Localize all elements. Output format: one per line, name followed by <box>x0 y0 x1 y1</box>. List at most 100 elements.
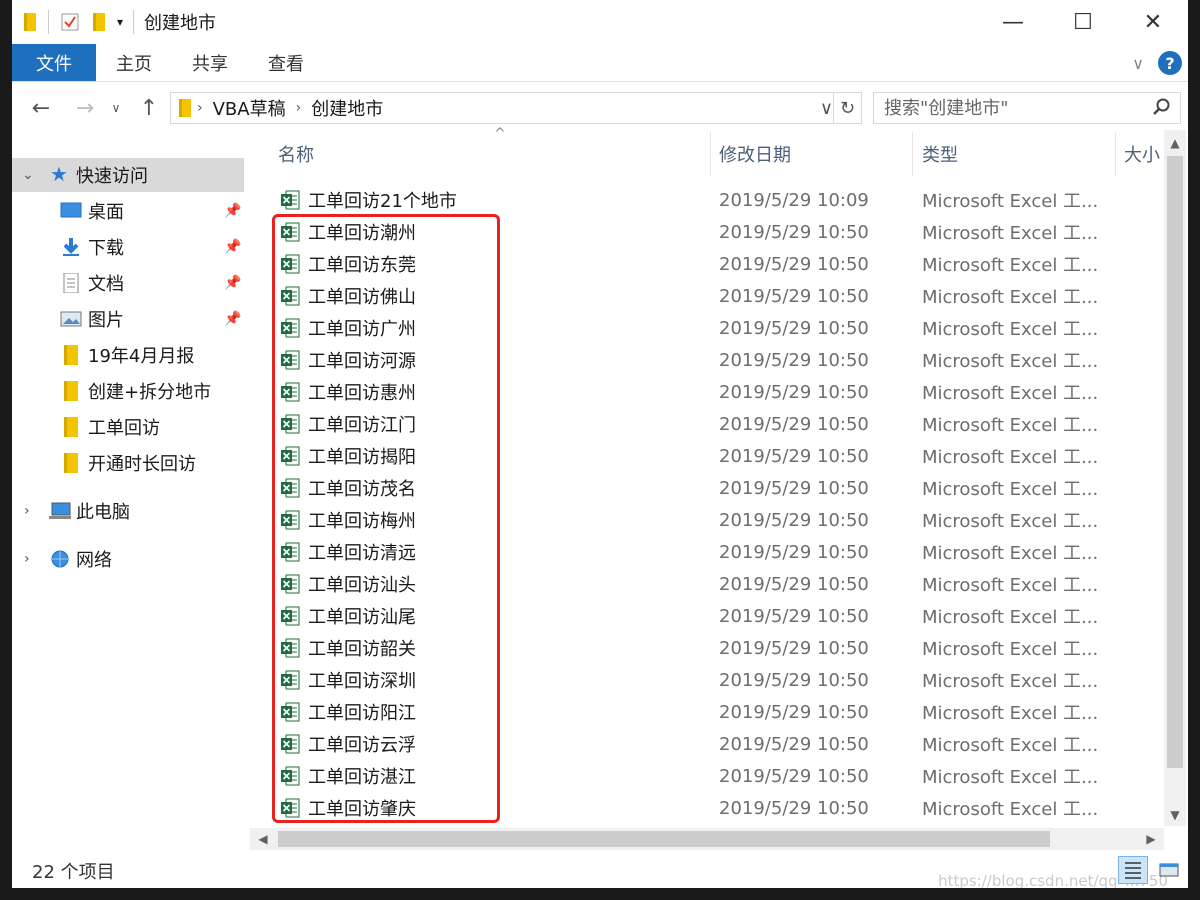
sidebar-item-this-pc[interactable]: › 此电脑 <box>12 494 244 528</box>
navigation-bar: ← → ∨ ↑ › VBA草稿 › 创建地市 ∨ ↻ <box>12 88 1188 128</box>
scroll-right-icon[interactable]: ▶ <box>1140 828 1162 850</box>
recent-locations-button[interactable]: ∨ <box>106 91 126 125</box>
horizontal-scrollbar[interactable]: ◀ ▶ <box>250 828 1164 850</box>
file-type: Microsoft Excel 工... <box>922 735 1099 756</box>
column-separator[interactable] <box>1115 132 1116 176</box>
sidebar-item-pictures[interactable]: 图片 📌 <box>12 302 244 336</box>
sidebar-item-folder[interactable]: 开通时长回访 <box>12 446 244 480</box>
sidebar-item-label: 文档 <box>88 274 124 295</box>
sidebar-item-desktop[interactable]: 桌面 📌 <box>12 194 244 228</box>
column-separator[interactable] <box>710 132 711 176</box>
search-box[interactable] <box>873 92 1181 124</box>
sidebar-item-network[interactable]: › 网络 <box>12 542 244 576</box>
maximize-button[interactable]: ☐ <box>1048 0 1118 44</box>
customize-toolbar-icon[interactable]: ▾ <box>117 15 123 29</box>
column-header-date[interactable]: 修改日期 <box>719 130 791 178</box>
help-button[interactable]: ? <box>1158 51 1182 75</box>
file-type: Microsoft Excel 工... <box>922 543 1099 564</box>
sidebar-item-folder[interactable]: 创建+拆分地市 <box>12 374 244 408</box>
scrollbar-thumb[interactable] <box>278 831 1050 847</box>
chevron-right-icon[interactable]: › <box>24 503 30 519</box>
excel-file-icon <box>281 190 300 210</box>
details-view-button[interactable] <box>1118 856 1148 884</box>
tab-file[interactable]: 文件 <box>12 44 96 81</box>
file-type: Microsoft Excel 工... <box>922 383 1099 404</box>
sidebar-item-folder[interactable]: 工单回访 <box>12 410 244 444</box>
file-date: 2019/5/29 10:50 <box>719 413 869 435</box>
up-button[interactable]: ↑ <box>132 91 166 125</box>
breadcrumb-current[interactable]: 创建地市 <box>311 95 383 121</box>
scroll-down-icon[interactable]: ▼ <box>1164 804 1186 826</box>
refresh-button[interactable]: ↻ <box>833 93 861 123</box>
close-button[interactable]: ✕ <box>1118 0 1188 44</box>
large-icons-view-icon <box>1159 863 1179 877</box>
sidebar-item-label: 网络 <box>76 550 112 571</box>
scroll-left-icon[interactable]: ◀ <box>252 828 274 850</box>
chevron-right-icon[interactable]: › <box>197 100 203 116</box>
chevron-down-icon[interactable]: ⌄ <box>22 167 34 183</box>
sidebar-item-label: 图片 <box>88 310 124 331</box>
view-buttons <box>1118 856 1184 884</box>
sidebar-item-folder[interactable]: 19年4月月报 <box>12 338 244 372</box>
minimize-button[interactable]: — <box>978 0 1048 44</box>
file-date: 2019/5/29 10:50 <box>719 541 869 563</box>
scrollbar-thumb[interactable] <box>1167 156 1183 768</box>
column-header-type[interactable]: 类型 <box>922 130 958 178</box>
address-bar[interactable]: › VBA草稿 › 创建地市 ∨ ↻ <box>170 92 862 124</box>
back-button[interactable]: ← <box>24 91 58 125</box>
properties-icon[interactable] <box>59 11 81 33</box>
chevron-right-icon[interactable]: › <box>24 551 30 567</box>
folder-icon <box>64 417 86 437</box>
chevron-right-icon[interactable]: › <box>296 100 302 116</box>
file-date: 2019/5/29 10:50 <box>719 509 869 531</box>
search-icon[interactable] <box>1152 97 1172 117</box>
sidebar-item-label: 此电脑 <box>76 502 130 523</box>
new-folder-icon[interactable] <box>91 11 107 33</box>
file-date: 2019/5/29 10:50 <box>719 765 869 787</box>
file-date: 2019/5/29 10:50 <box>719 221 869 243</box>
address-dropdown-button[interactable]: ∨ <box>820 93 833 123</box>
sidebar-item-label: 工单回访 <box>88 418 160 439</box>
vertical-scrollbar[interactable]: ▲ ▼ <box>1164 130 1186 826</box>
sidebar-item-quick-access[interactable]: ⌄ ★ 快速访问 <box>12 158 244 192</box>
window-title: 创建地市 <box>144 13 217 34</box>
column-header-name[interactable]: 名称 <box>278 130 314 178</box>
file-date: 2019/5/29 10:50 <box>719 285 869 307</box>
sidebar-item-documents[interactable]: 文档 📌 <box>12 266 244 300</box>
pin-icon: 📌 <box>224 239 242 255</box>
scroll-up-icon[interactable]: ▲ <box>1164 132 1186 154</box>
file-type: Microsoft Excel 工... <box>922 191 1099 212</box>
search-input[interactable] <box>884 97 1134 119</box>
explorer-window: ▾ 创建地市 — ☐ ✕ 文件 主页 共享 查看 ∨ ? ← → ∨ ↑ › V… <box>12 0 1188 888</box>
tab-share[interactable]: 共享 <box>172 44 248 81</box>
file-row[interactable]: 工单回访21个地市 2019/5/29 10:09 Microsoft Excel … <box>250 184 1160 216</box>
file-date: 2019/5/29 10:09 <box>719 189 869 211</box>
file-date: 2019/5/29 10:50 <box>719 669 869 691</box>
quick-access-toolbar: ▾ <box>12 10 135 34</box>
file-name: 工单回访21个地市 <box>308 191 457 212</box>
folder-icon <box>64 345 86 365</box>
navigation-pane: ⌄ ★ 快速访问 桌面 📌 下载 📌 文档 📌 图片 📌 19年4月月报 创建+… <box>12 140 248 850</box>
sidebar-item-label: 下载 <box>88 238 124 259</box>
folder-icon <box>64 453 86 473</box>
highlight-box <box>272 214 500 823</box>
toolbar-separator <box>133 10 135 34</box>
tab-view[interactable]: 查看 <box>248 44 324 81</box>
expand-ribbon-button[interactable]: ∨ <box>1132 54 1144 73</box>
pin-icon: 📌 <box>224 203 242 219</box>
sidebar-item-downloads[interactable]: 下载 📌 <box>12 230 244 264</box>
file-type: Microsoft Excel 工... <box>922 479 1099 500</box>
toolbar-separator <box>48 10 49 34</box>
column-separator[interactable] <box>912 132 913 176</box>
file-type: Microsoft Excel 工... <box>922 287 1099 308</box>
file-date: 2019/5/29 10:50 <box>719 381 869 403</box>
folder-icon <box>179 99 191 117</box>
tab-home[interactable]: 主页 <box>96 44 172 81</box>
large-icons-view-button[interactable] <box>1154 856 1184 884</box>
breadcrumb-vba[interactable]: VBA草稿 <box>213 95 286 121</box>
download-icon <box>63 238 79 256</box>
column-header-size[interactable]: 大小 <box>1124 130 1160 178</box>
document-icon <box>63 273 79 293</box>
forward-button[interactable]: → <box>68 91 102 125</box>
pictures-icon <box>60 311 82 327</box>
